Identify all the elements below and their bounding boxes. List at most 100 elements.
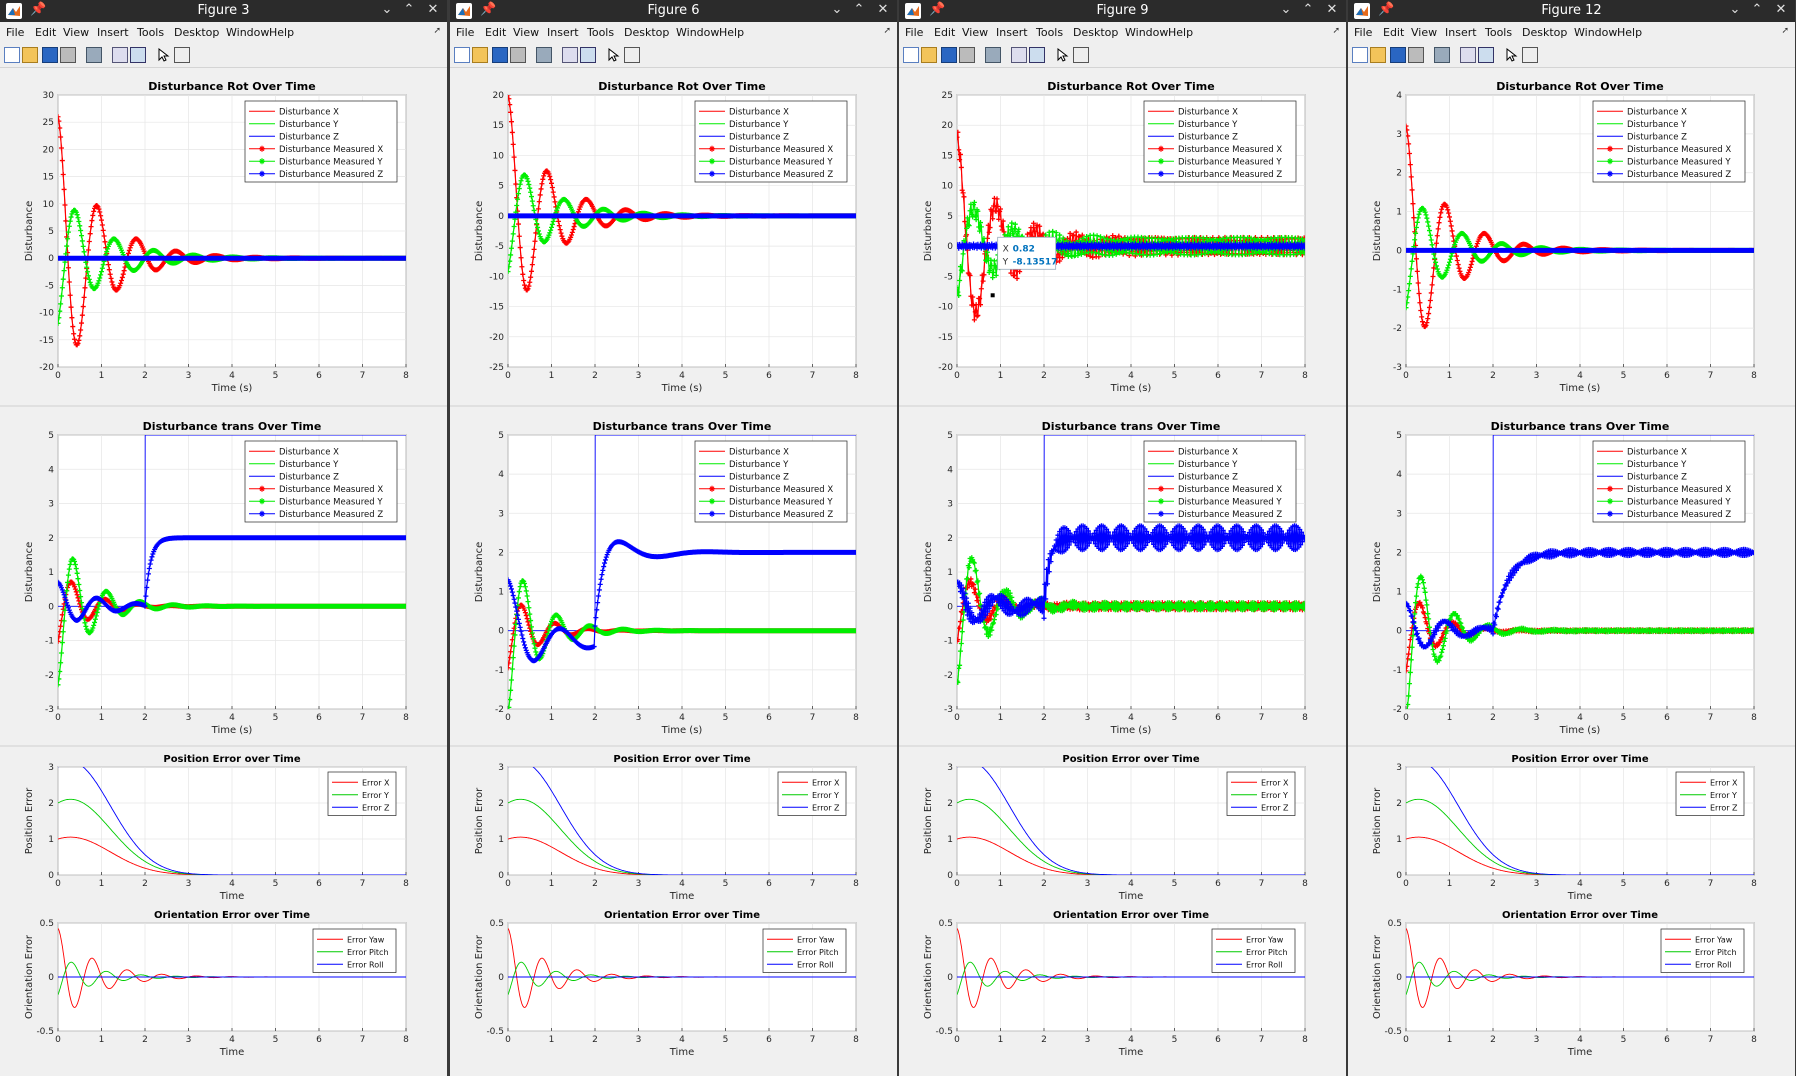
figure-canvas[interactable]: 0 1 2 3 4 5 6 7 8-20-15-10-50510152025Disturbanc… (899, 68, 1346, 1076)
show-plot-tools-icon[interactable] (1478, 47, 1494, 63)
minimize-icon[interactable]: ⌄ (379, 2, 395, 17)
figure-window[interactable]: 📌 Figure 6 ⌄ ⌃ ✕ File Edit View Insert Tools Deskt… (450, 0, 897, 1076)
figure-canvas[interactable]: 0 1 2 3 4 5 6 7 8 -3 -2 -1 0 1 2 3 4 Disturbance Rot Over… (1348, 68, 1795, 1076)
menu-tools[interactable]: Tools (587, 26, 614, 39)
hide-plot-tools-icon[interactable] (562, 47, 578, 63)
minimize-icon[interactable]: ⌄ (1278, 2, 1294, 17)
menu-overflow-icon[interactable]: ➚ (883, 26, 891, 36)
legend[interactable]: Error X Error Y Error Z (1226, 771, 1296, 816)
legend[interactable]: Disturbance X Disturbance Y Disturbance Z D… (1143, 100, 1297, 183)
menu-file[interactable]: File (6, 26, 24, 39)
edit-plot-icon[interactable] (606, 47, 620, 62)
menu-insert[interactable]: Insert (547, 26, 579, 39)
menu-view[interactable]: View (962, 26, 988, 39)
menu-window[interactable]: Window (226, 26, 269, 39)
new-figure-icon[interactable] (4, 47, 20, 63)
hide-plot-tools-icon[interactable] (1460, 47, 1476, 63)
trans-disturbance-axes[interactable]: 0 1 2 3 4 5 6 7 8 -2 -1 0 1 2 3 4 5 Disturbance trans Ove… (474, 420, 859, 736)
print-preview-icon[interactable] (536, 47, 552, 63)
window-title-bar[interactable]: 📌 Figure 6 ⌄ ⌃ ✕ (450, 0, 897, 22)
menu-tools[interactable]: Tools (137, 26, 164, 39)
legend[interactable]: Disturbance X Disturbance Y Disturbance Z D… (1143, 440, 1297, 523)
menu-desktop[interactable]: Desktop (1073, 26, 1118, 39)
figure-window[interactable]: 📌 Figure 9 ⌄ ⌃ ✕ File Edit View Insert Tools Deskt… (899, 0, 1346, 1076)
trans-disturbance-axes[interactable]: 0 1 2 3 4 5 6 7 8 -3 -2 -1 0 1 2 3 4 5 Disturbance trans O… (923, 420, 1308, 736)
figure-canvas[interactable]: 0 1 2 3 4 5 6 7 8-25-20-15-10-505101520Disturban… (450, 68, 897, 1076)
menu-view[interactable]: View (63, 26, 89, 39)
insert-legend-icon[interactable] (624, 47, 640, 63)
new-figure-icon[interactable] (454, 47, 470, 63)
legend[interactable]: Error X Error Y Error Z (327, 771, 397, 816)
print-icon[interactable] (959, 47, 975, 63)
open-file-icon[interactable] (921, 47, 937, 63)
insert-legend-icon[interactable] (174, 47, 190, 63)
maximize-icon[interactable]: ⌃ (1300, 2, 1316, 17)
open-file-icon[interactable] (22, 47, 38, 63)
print-icon[interactable] (60, 47, 76, 63)
close-icon[interactable]: ✕ (1324, 2, 1340, 17)
print-preview-icon[interactable] (86, 47, 102, 63)
maximize-icon[interactable]: ⌃ (401, 2, 417, 17)
legend[interactable]: Disturbance X Disturbance Y Disturbance Z D… (1592, 440, 1746, 523)
legend[interactable]: Disturbance X Disturbance Y Disturbance Z D… (694, 100, 848, 183)
rot-disturbance-axes[interactable]: 0 1 2 3 4 5 6 7 8 -20 -15 -10 -5 0 5 10 15 20 25 30 Disturba… (24, 80, 409, 394)
hide-plot-tools-icon[interactable] (1011, 47, 1027, 63)
legend[interactable]: Error Yaw Error Pitch Error Roll (762, 928, 847, 973)
menu-overflow-icon[interactable]: ➚ (1332, 26, 1340, 36)
legend[interactable]: Error Yaw Error Pitch Error Roll (1211, 928, 1296, 973)
save-icon[interactable] (42, 47, 58, 63)
print-preview-icon[interactable] (1434, 47, 1450, 63)
window-title-bar[interactable]: 📌 Figure 12 ⌄ ⌃ ✕ (1348, 0, 1795, 22)
legend[interactable]: Disturbance X Disturbance Y Disturbance Z D… (1592, 100, 1746, 183)
trans-disturbance-axes[interactable]: 0 1 2 3 4 5 6 7 8 -3 -2 -1 0 1 2 3 4 5 Disturbance trans O… (24, 420, 409, 736)
rot-disturbance-axes[interactable]: 0 1 2 3 4 5 6 7 8 -3 -2 -1 0 1 2 3 4 Disturbance Rot Over… (1372, 80, 1757, 394)
menu-file[interactable]: File (905, 26, 923, 39)
menu-window[interactable]: Window (1574, 26, 1617, 39)
minimize-icon[interactable]: ⌄ (829, 2, 845, 17)
legend[interactable]: Disturbance X Disturbance Y Disturbance Z D… (244, 440, 398, 523)
hide-plot-tools-icon[interactable] (112, 47, 128, 63)
window-title-bar[interactable]: 📌 Figure 9 ⌄ ⌃ ✕ (899, 0, 1346, 22)
maximize-icon[interactable]: ⌃ (1749, 2, 1765, 17)
print-icon[interactable] (1408, 47, 1424, 63)
print-icon[interactable] (510, 47, 526, 63)
open-file-icon[interactable] (472, 47, 488, 63)
legend[interactable]: Disturbance X Disturbance Y Disturbance Z D… (244, 100, 398, 183)
menu-help[interactable]: Help (1617, 26, 1642, 39)
show-plot-tools-icon[interactable] (580, 47, 596, 63)
menu-view[interactable]: View (1411, 26, 1437, 39)
figure-window[interactable]: 📌 Figure 12 ⌄ ⌃ ✕ File Edit View Insert Tools Desk… (1348, 0, 1795, 1076)
menu-edit[interactable]: Edit (35, 26, 56, 39)
legend[interactable]: Disturbance X Disturbance Y Disturbance Z D… (694, 440, 848, 523)
menu-help[interactable]: Help (269, 26, 294, 39)
menu-edit[interactable]: Edit (485, 26, 506, 39)
show-plot-tools-icon[interactable] (1029, 47, 1045, 63)
menu-tools[interactable]: Tools (1036, 26, 1063, 39)
trans-disturbance-axes[interactable]: 0 1 2 3 4 5 6 7 8 -2 -1 0 1 2 3 4 5 Disturbance trans Ove… (1372, 420, 1757, 736)
new-figure-icon[interactable] (1352, 47, 1368, 63)
save-icon[interactable] (941, 47, 957, 63)
close-icon[interactable]: ✕ (425, 2, 441, 17)
figure-canvas[interactable]: 0 1 2 3 4 5 6 7 8-20-15-10-5051015202530Disturba… (0, 68, 447, 1076)
data-tip-marker[interactable] (990, 293, 995, 298)
maximize-icon[interactable]: ⌃ (851, 2, 867, 17)
figure-window[interactable]: 📌 Figure 3 ⌄ ⌃ ✕ File Edit View Insert Tools Deskt… (0, 0, 447, 1076)
menu-insert[interactable]: Insert (1445, 26, 1477, 39)
open-file-icon[interactable] (1370, 47, 1386, 63)
menu-view[interactable]: View (513, 26, 539, 39)
legend[interactable]: Error Yaw Error Pitch Error Roll (312, 928, 397, 973)
menu-insert[interactable]: Insert (996, 26, 1028, 39)
save-icon[interactable] (492, 47, 508, 63)
show-plot-tools-icon[interactable] (130, 47, 146, 63)
legend[interactable]: Error X Error Y Error Z (777, 771, 847, 816)
edit-plot-icon[interactable] (1504, 47, 1518, 62)
menu-file[interactable]: File (456, 26, 474, 39)
menu-desktop[interactable]: Desktop (624, 26, 669, 39)
menu-overflow-icon[interactable]: ➚ (1781, 26, 1789, 36)
edit-plot-icon[interactable] (156, 47, 170, 62)
menu-edit[interactable]: Edit (934, 26, 955, 39)
menu-tools[interactable]: Tools (1485, 26, 1512, 39)
insert-legend-icon[interactable] (1073, 47, 1089, 63)
close-icon[interactable]: ✕ (875, 2, 891, 17)
insert-legend-icon[interactable] (1522, 47, 1538, 63)
